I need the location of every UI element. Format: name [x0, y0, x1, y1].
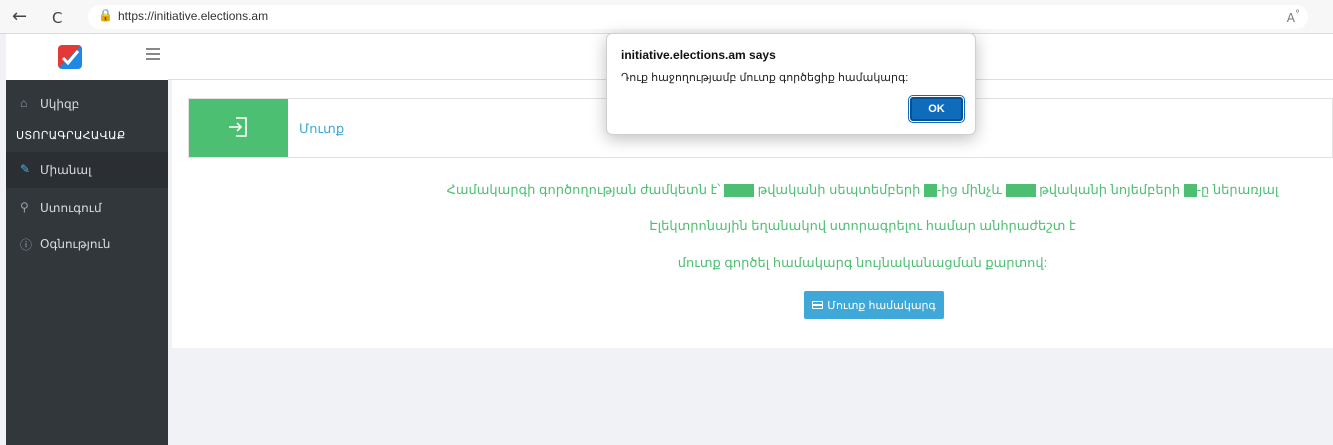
reload-icon[interactable]: C [52, 8, 62, 28]
url-text[interactable]: https://initiative.elections.am [118, 9, 268, 23]
read-aloud-icon[interactable]: A° [1287, 9, 1300, 25]
period-message: Համակարգի գործողության ժամկետն է՝ թվական… [446, 182, 1279, 198]
redacted-block [1005, 184, 1036, 198]
info-icon: ⓘ [20, 238, 33, 252]
dialog-title: initiative.elections.am says [621, 48, 776, 62]
redacted-block [1183, 184, 1197, 198]
home-icon: ⌂ [20, 96, 28, 110]
login-tile [189, 99, 288, 157]
redacted-block [723, 184, 754, 198]
sidebar-item-home[interactable]: ⌂ Սկիզբ [6, 86, 168, 122]
sidebar: ⌂ Սկիզբ ՍՏՈՐԱԳՐԱՀԱՎԱՔ ✎ Միանալ ⚲ Ստուգու… [6, 34, 168, 445]
back-icon[interactable]: ← [12, 7, 27, 27]
sidebar-item-label: Ստուգում [40, 201, 102, 215]
sidebar-item-help[interactable]: ⓘ Օգնություն [6, 226, 168, 262]
sign-in-icon [229, 117, 247, 137]
login-system-button[interactable]: Մուտք համակարգ [804, 291, 944, 319]
sidebar-item-join[interactable]: ✎ Միանալ [6, 152, 168, 188]
sidebar-item-label: Սկիզբ [40, 97, 80, 111]
instruction-line-1: Էլեկտրոնային եղանակով ստորագրելու համար … [649, 218, 1076, 233]
sidebar-item-label: Միանալ [40, 163, 92, 177]
ok-button[interactable]: OK [908, 95, 965, 123]
search-icon: ⚲ [20, 200, 29, 214]
menu-toggle-icon[interactable] [146, 48, 160, 60]
address-bar[interactable]: 🔒 https://initiative.elections.am A° [88, 5, 1308, 29]
login-system-button-label: Մուտք համակարգ [827, 299, 936, 312]
logo-icon[interactable] [58, 45, 82, 69]
dialog-message: Դուք հաջողությամբ մուտք գործեցիք համակար… [621, 72, 909, 84]
sidebar-header [6, 34, 168, 80]
lock-icon: 🔒 [98, 8, 113, 22]
sidebar-item-check[interactable]: ⚲ Ստուգում [6, 190, 168, 226]
sidebar-item-label: Օգնություն [40, 237, 111, 251]
instruction-line-2: մուտք գործել համակարգ նույնականացման քար… [677, 255, 1048, 270]
login-card-title: Մուտք [299, 121, 345, 136]
page-background [172, 348, 1333, 445]
id-card-icon [812, 301, 824, 309]
alert-dialog: initiative.elections.am says Դուք հաջողո… [606, 33, 976, 135]
sidebar-section-heading: ՍՏՈՐԱԳՐԱՀԱՎԱՔ [16, 130, 126, 142]
edit-icon: ✎ [20, 162, 31, 176]
browser-toolbar: ← C 🔒 https://initiative.elections.am A° [0, 0, 1333, 34]
redacted-block [923, 184, 937, 198]
